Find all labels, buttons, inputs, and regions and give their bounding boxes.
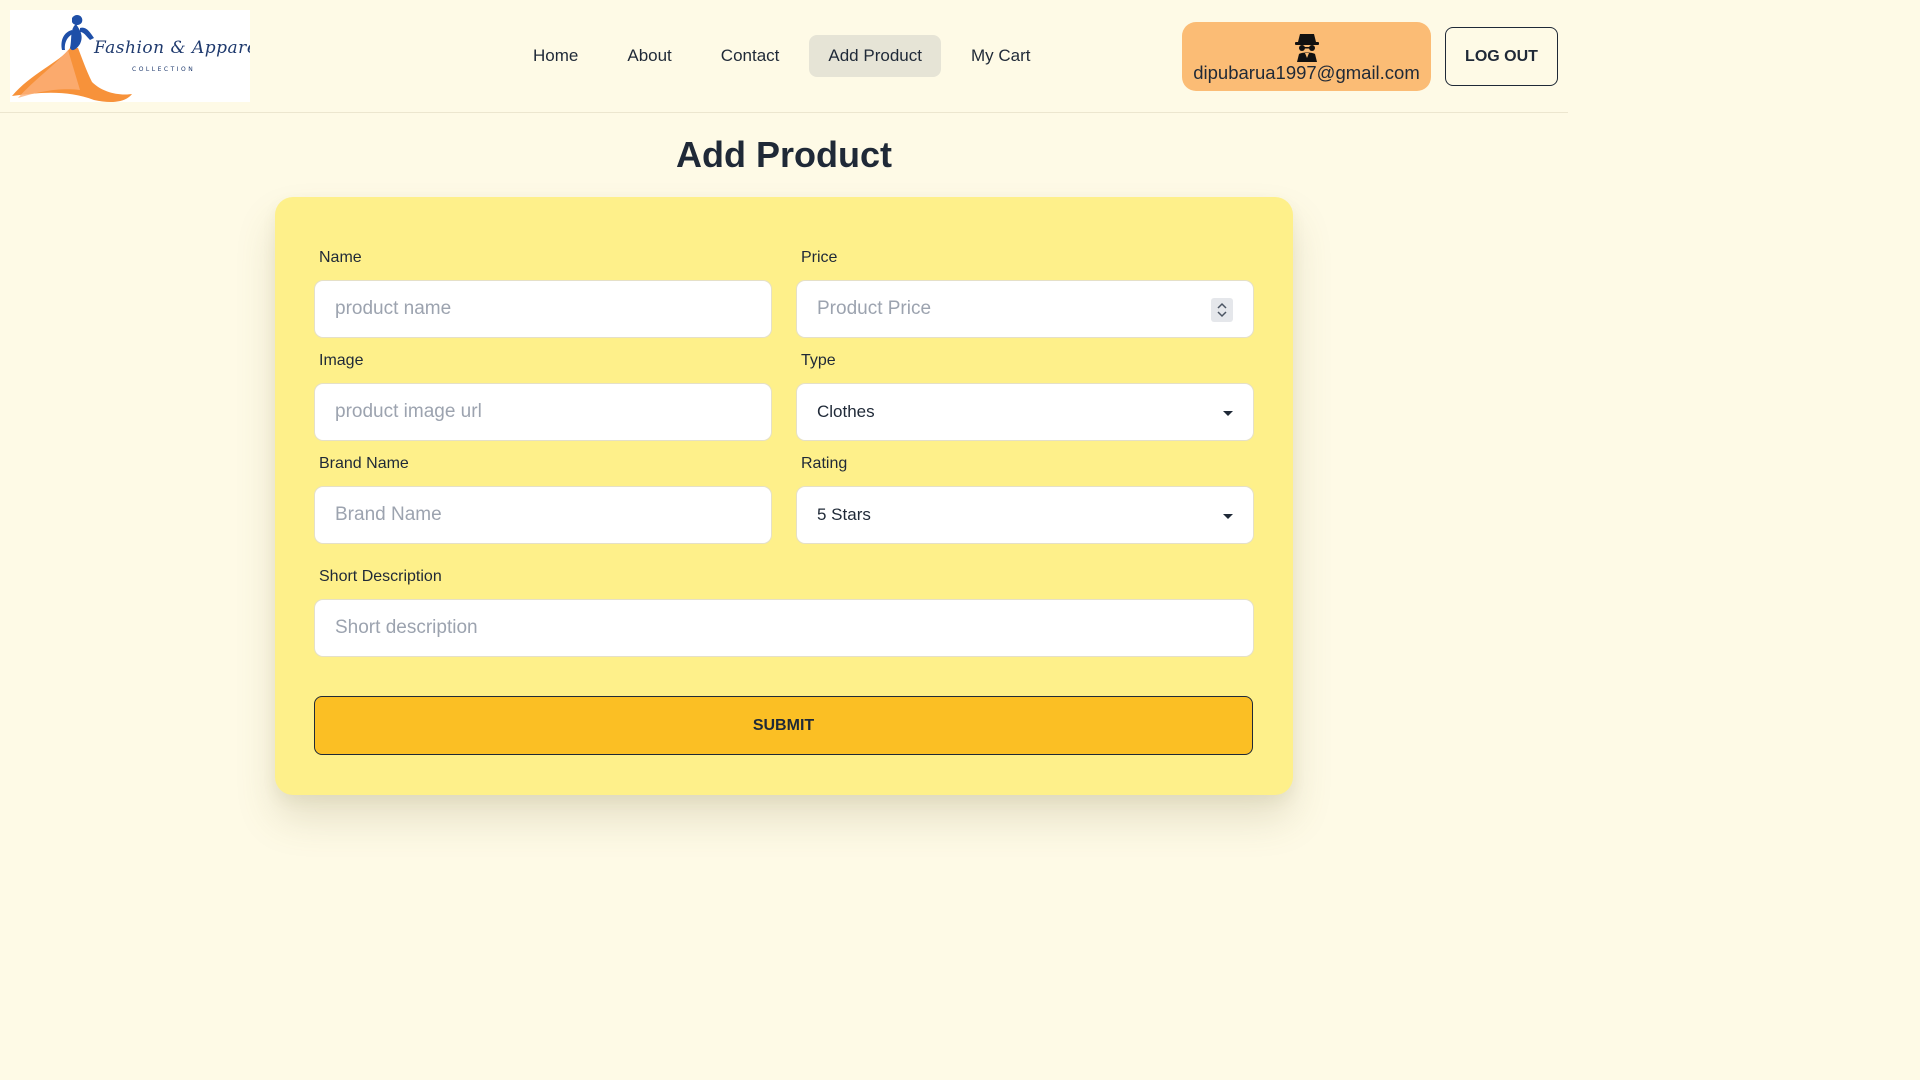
user-profile-pill[interactable]: dipubarua1997@gmail.com [1182,22,1431,91]
product-name-placeholder: product name [335,298,452,319]
brand-name: Fashion & Apparel [94,38,250,58]
number-spinner-icon[interactable] [1211,298,1233,322]
rating-select[interactable]: 5 Stars [796,486,1254,544]
type-select[interactable]: Clothes [796,383,1254,441]
user-email: dipubarua1997@gmail.com [1193,61,1420,83]
type-label: Type [801,352,836,369]
submit-button[interactable]: SUBMIT [314,696,1253,755]
product-image-placeholder: product image url [335,401,482,422]
image-label: Image [319,352,364,369]
short-description-label: Short Description [319,568,442,585]
nav-add-product[interactable]: Add Product [809,35,941,77]
brand-name-placeholder: Brand Name [335,504,442,525]
short-description-placeholder: Short description [335,617,478,638]
chevron-down-icon [1223,514,1233,519]
product-name-input[interactable]: product name [314,280,772,338]
name-label: Name [319,249,362,266]
navbar: Fashion & Apparel COLLECTION Home About … [0,0,1568,113]
product-price-placeholder: Product Price [817,298,932,319]
brand-subtitle: COLLECTION [132,66,196,73]
rating-label: Rating [801,455,848,472]
spy-icon [1294,33,1319,62]
nav-my-cart[interactable]: My Cart [952,35,1050,77]
nav-contact[interactable]: Contact [702,35,799,77]
type-selected-value: Clothes [817,402,875,421]
price-label: Price [801,249,838,266]
brand-name-label: Brand Name [319,455,409,472]
nav-about[interactable]: About [608,35,690,77]
page-title: Add Product [676,134,892,175]
product-price-input[interactable]: Product Price [796,280,1254,338]
rating-selected-value: 5 Stars [817,505,871,524]
brand-logo[interactable]: Fashion & Apparel COLLECTION [10,10,250,102]
main-nav: Home About Contact Add Product My Cart [514,34,1049,78]
logout-button[interactable]: LOG OUT [1445,27,1558,86]
add-product-form: Name product name Price Product Price Im… [275,197,1293,795]
short-description-input[interactable]: Short description [314,599,1254,657]
product-image-input[interactable]: product image url [314,383,772,441]
brand-name-input[interactable]: Brand Name [314,486,772,544]
nav-home[interactable]: Home [514,35,597,77]
chevron-down-icon [1223,411,1233,416]
